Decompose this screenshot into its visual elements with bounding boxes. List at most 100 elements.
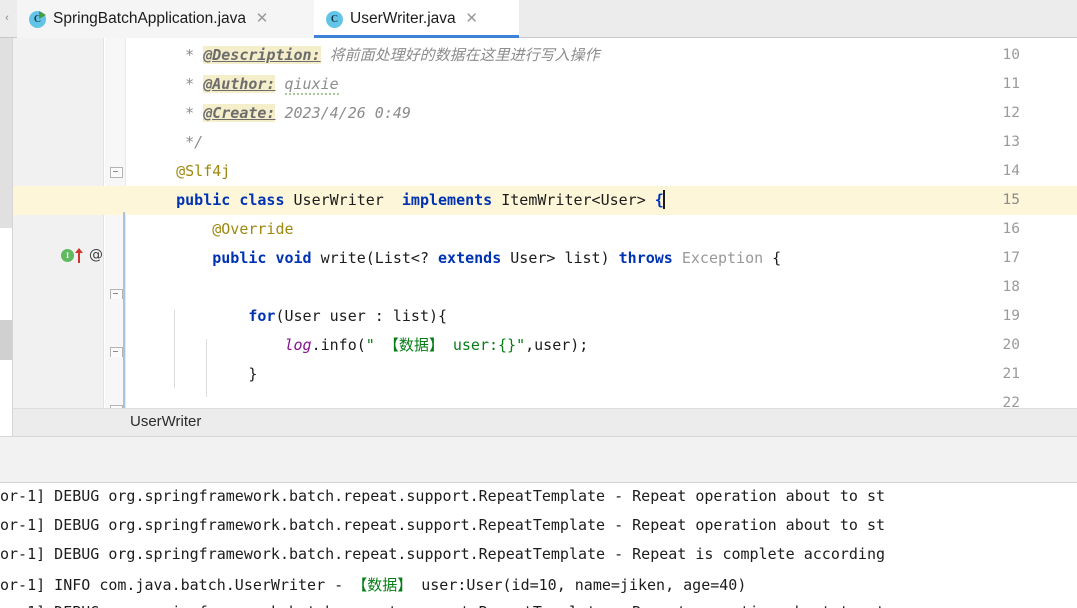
code-text: log.info(" 【数据】 user:{}",user); <box>140 331 589 360</box>
code-text: public class UserWriter implements ItemW… <box>140 186 665 215</box>
code-token: @Create: <box>203 104 276 122</box>
editor-tab-springbatchapplication[interactable]: C SpringBatchApplication.java ✕ <box>17 0 314 38</box>
annotation-at-icon[interactable]: @ <box>89 248 103 262</box>
code-token: */ <box>140 133 204 151</box>
console-line: or-1] DEBUG org.springframework.batch.re… <box>0 545 886 563</box>
code-token: extends <box>438 249 502 267</box>
code-line: 14 @Slf4j <box>13 157 1077 186</box>
fold-marker-start[interactable] <box>110 289 123 300</box>
run-console-output[interactable]: or-1] DEBUG org.springframework.batch.re… <box>0 483 1077 608</box>
line-number: 19 <box>1002 308 1020 324</box>
marker-segment <box>0 38 12 228</box>
close-icon[interactable]: ✕ <box>255 11 269 26</box>
line-number: 21 <box>1002 366 1020 382</box>
code-text: } <box>140 360 257 389</box>
code-line: 16 @Override <box>13 215 1077 244</box>
code-token: throws <box>618 249 673 267</box>
editor-tab-userwriter[interactable]: C UserWriter.java ✕ <box>314 0 519 38</box>
code-token: public class <box>176 191 285 209</box>
code-token: implements <box>401 191 493 209</box>
code-text: * @Author: qiuxie <box>140 70 339 99</box>
code-token: * <box>140 46 204 64</box>
code-text: * @Description: 将前面处理好的数据在这里进行写入操作 <box>140 41 600 70</box>
code-token: (User user : list){ <box>275 307 448 325</box>
breadcrumb[interactable]: UserWriter <box>13 408 1077 437</box>
line-number: 17 <box>1002 250 1020 266</box>
scope-indicator <box>123 212 125 408</box>
fold-marker-end[interactable] <box>110 167 123 178</box>
code-line: 20 log.info(" 【数据】 user:{}",user); <box>13 331 1077 360</box>
console-line: or-1] DEBUG org.springframework.batch.re… <box>0 603 885 608</box>
editor-left-marker-strip[interactable] <box>0 38 13 438</box>
close-icon[interactable]: ✕ <box>465 11 479 26</box>
code-token: } <box>140 365 258 383</box>
code-line: 22 <box>13 389 1077 408</box>
code-token: @Author: <box>203 75 276 93</box>
code-token: public void <box>212 249 312 267</box>
code-token: 2023/4/26 0:49 <box>275 104 411 122</box>
line-number: 18 <box>1002 279 1020 295</box>
code-line: 15 public class UserWriter implements It… <box>13 186 1077 215</box>
editor-console-splitter[interactable] <box>0 436 1077 483</box>
line-number: 22 <box>1002 395 1020 408</box>
code-token: log <box>284 336 312 354</box>
fold-marker-start[interactable] <box>110 347 123 358</box>
gutter-icon-group: I @ <box>61 248 103 263</box>
override-arrow-icon[interactable] <box>75 248 84 263</box>
line-number: 20 <box>1002 337 1020 353</box>
breadcrumb-item-userwriter[interactable]: UserWriter <box>130 413 201 430</box>
console-text: user:User(id=10, name=jiken, age=40) <box>412 576 747 594</box>
line-number: 16 <box>1002 221 1020 237</box>
line-number: 11 <box>1002 76 1020 92</box>
line-number: 13 <box>1002 134 1020 150</box>
code-line: 12 * @Create: 2023/4/26 0:49 <box>13 99 1077 128</box>
code-token: UserWriter <box>284 191 402 209</box>
code-token: @Description: <box>203 46 321 64</box>
code-token: ,user); <box>525 336 589 354</box>
code-token: * <box>140 75 204 93</box>
java-class-icon: C <box>326 10 343 28</box>
code-token: write(List<? <box>311 249 439 267</box>
code-text: @Override <box>140 215 294 244</box>
code-token: 将前面处理好的数据在这里进行写入操作 <box>320 46 600 64</box>
code-token: * <box>140 104 204 122</box>
code-text: @Slf4j <box>140 157 230 186</box>
code-text: * @Create: 2023/4/26 0:49 <box>140 99 411 128</box>
code-token: Exception <box>681 249 764 267</box>
code-token: @Override <box>140 220 294 238</box>
code-token: " 【数据】 user:{}" <box>365 336 526 354</box>
code-editor[interactable]: 10 * @Description: 将前面处理好的数据在这里进行写入操作 11 … <box>13 38 1077 408</box>
text-caret <box>662 190 665 209</box>
code-line: 19 for(User user : list){ <box>13 302 1077 331</box>
console-text: or-1] INFO com.java.batch.UserWriter - <box>0 576 353 594</box>
console-line: or-1] DEBUG org.springframework.batch.re… <box>0 487 886 505</box>
implementing-method-icon[interactable]: I <box>61 249 74 262</box>
code-token: .info( <box>311 336 366 354</box>
code-token: { <box>763 249 782 267</box>
console-line: or-1] DEBUG org.springframework.batch.re… <box>0 516 886 534</box>
code-token: qiuxie <box>284 75 339 95</box>
code-text: for(User user : list){ <box>140 302 447 331</box>
line-number: 10 <box>1002 47 1020 63</box>
tab-scroll-left-icon[interactable]: ‹ <box>2 13 12 24</box>
code-token: @Slf4j <box>140 162 231 180</box>
line-number: 12 <box>1002 105 1020 121</box>
code-token: for <box>248 307 276 325</box>
editor-tab-label: UserWriter.java <box>350 10 456 27</box>
code-line: 17 I @ public void write(List<? extends Us… <box>13 244 1077 273</box>
code-line: 10 * @Description: 将前面处理好的数据在这里进行写入操作 <box>13 41 1077 70</box>
editor-tab-label: SpringBatchApplication.java <box>53 10 247 27</box>
code-token: User> list) <box>501 249 619 267</box>
idea-editor-window: ‹ C SpringBatchApplication.java ✕ C User… <box>0 0 1077 608</box>
code-line: 11 * @Author: qiuxie <box>13 70 1077 99</box>
line-number: 15 <box>986 186 1077 215</box>
indent-guide <box>174 310 175 388</box>
code-line: 21 } <box>13 360 1077 389</box>
editor-tab-bar: ‹ C SpringBatchApplication.java ✕ C User… <box>0 0 1077 38</box>
